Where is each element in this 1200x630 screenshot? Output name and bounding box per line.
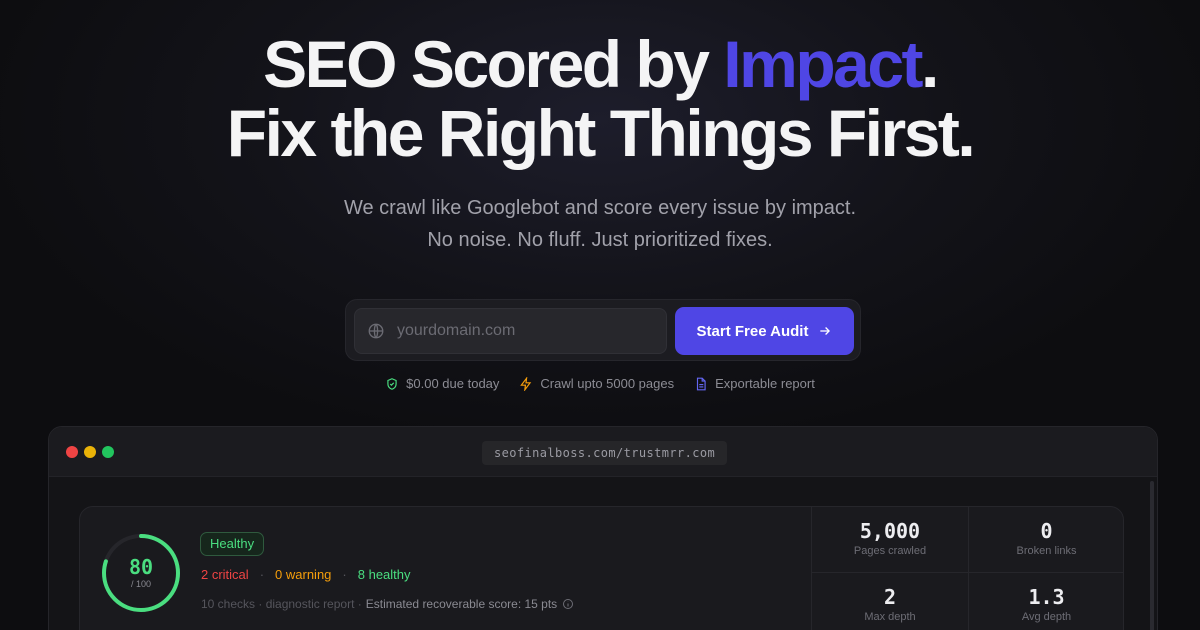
perk-label: Exportable report	[715, 376, 815, 391]
metric-avg-depth: 1.3 Avg depth	[968, 572, 1124, 630]
info-icon[interactable]	[562, 598, 574, 610]
metrics-grid: 5,000 Pages crawled 0 Broken links 2 Max…	[811, 507, 1124, 630]
globe-icon	[368, 323, 384, 339]
score-max: / 100	[130, 579, 152, 589]
headline-part2: .	[921, 27, 939, 101]
domain-input-placeholder: yourdomain.com	[397, 322, 516, 339]
healthy-count: 8 healthy	[357, 567, 411, 582]
close-dot	[66, 446, 78, 458]
metric-max-depth: 2 Max depth	[812, 572, 968, 630]
minimize-dot	[84, 446, 96, 458]
metric-broken-links: 0 Broken links	[968, 507, 1124, 572]
document-icon	[697, 377, 706, 390]
domain-input[interactable]: yourdomain.com	[354, 308, 667, 354]
status-badge: Healthy	[200, 532, 265, 556]
perk-label: $0.00 due today	[406, 376, 500, 391]
headline-accent: Impact	[723, 27, 923, 101]
report-summary-card: 80 / 100 Healthy 2 critical · 0 warning …	[79, 506, 1124, 630]
perk-price: $0.00 due today	[385, 376, 499, 391]
meta-checks: 10 checks · diagnostic report ·	[201, 597, 362, 611]
browser-window: seofinalboss.com/trustmrr.com 80 / 100 H…	[48, 426, 1158, 630]
warning-count: 0 warning	[275, 567, 332, 582]
report-meta: 10 checks · diagnostic report · Estimate…	[201, 597, 574, 611]
hero-headline: SEO Scored by Impact. Fix the Right Thin…	[0, 30, 1200, 168]
lightning-icon	[520, 376, 532, 391]
headline-line2: Fix the Right Things First.	[226, 96, 976, 170]
subline-1: We crawl like Googlebot and score every …	[343, 197, 857, 219]
perk-label: Crawl upto 5000 pages	[540, 376, 675, 391]
metric-label: Broken links	[1016, 545, 1077, 557]
metric-value: 5,000	[859, 519, 921, 543]
maximize-dot	[102, 446, 114, 458]
arrow-right-icon	[820, 327, 831, 335]
metric-value: 0	[1040, 519, 1053, 543]
shield-check-icon	[387, 377, 397, 390]
metric-value: 1.3	[1028, 585, 1065, 609]
headline-part1: SEO Scored by	[263, 27, 724, 101]
scrollbar[interactable]	[1150, 481, 1154, 630]
perk-report: Exportable report	[694, 376, 815, 391]
metric-pages-crawled: 5,000 Pages crawled	[812, 507, 968, 572]
metric-label: Pages crawled	[853, 545, 927, 557]
cta-label: Start Free Audit	[696, 322, 809, 340]
audit-form: yourdomain.com Start Free Audit	[345, 299, 861, 361]
subline-2: No noise. No fluff. Just prioritized fix…	[427, 229, 773, 251]
browser-titlebar: seofinalboss.com/trustmrr.com	[49, 427, 1157, 477]
metric-label: Avg depth	[1021, 611, 1072, 623]
url-bar[interactable]: seofinalboss.com/trustmrr.com	[482, 441, 728, 465]
hero-subheadline: We crawl like Googlebot and score every …	[0, 192, 1200, 256]
metric-value: 2	[883, 585, 897, 609]
perk-crawl: Crawl upto 5000 pages	[519, 376, 674, 391]
issue-counts: 2 critical · 0 warning · 8 healthy	[201, 567, 411, 582]
critical-count: 2 critical	[201, 567, 249, 582]
separator-dot: ·	[259, 567, 265, 582]
separator-dot: ·	[342, 567, 347, 582]
meta-estimate: Estimated recoverable score: 15 pts	[365, 597, 558, 611]
score-value: 80	[128, 555, 154, 579]
perks-row: $0.00 due today Crawl upto 5000 pages Ex…	[0, 376, 1200, 391]
start-free-audit-button[interactable]: Start Free Audit	[675, 307, 854, 355]
metric-label: Max depth	[864, 611, 916, 623]
hero-section: SEO Scored by Impact. Fix the Right Thin…	[0, 30, 1200, 256]
